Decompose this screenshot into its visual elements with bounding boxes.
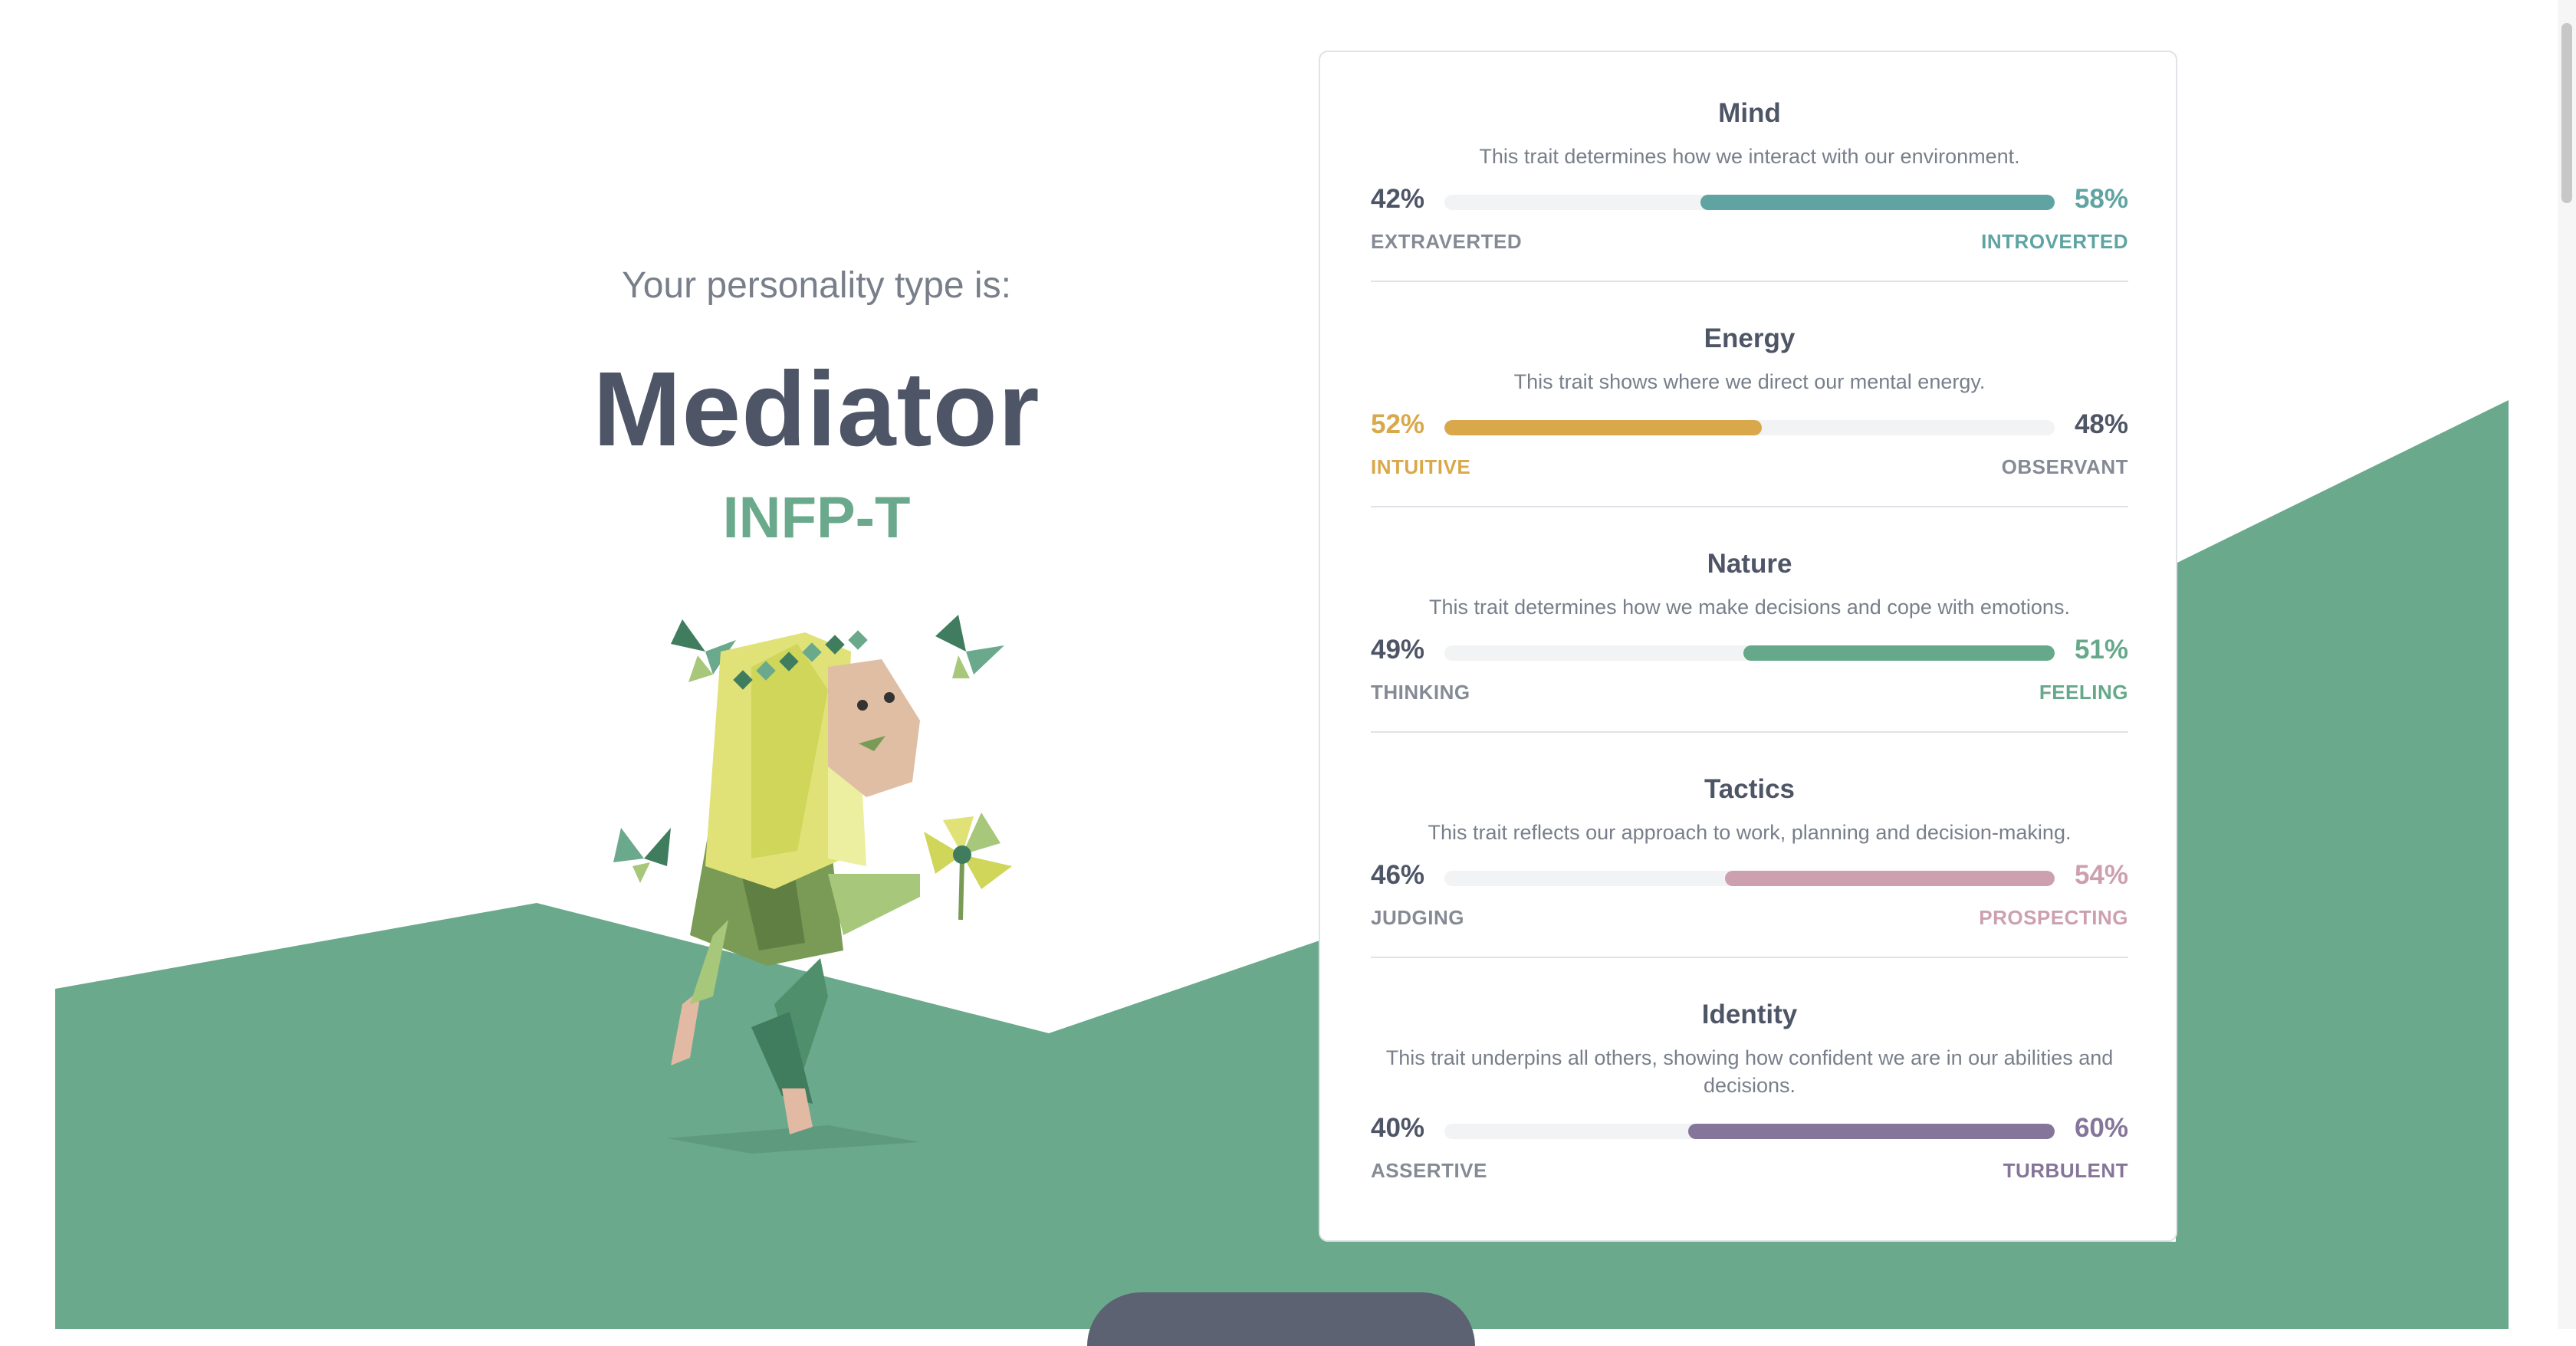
trait-description: This trait determines how we interact wi… [1479, 145, 2020, 168]
trait-right-percent: 60% [2074, 1113, 2128, 1143]
trait-energy: Energy This trait shows where we direct … [1371, 323, 2128, 530]
trait-divider [1371, 281, 2128, 282]
butterfly-icon [613, 828, 671, 883]
trait-left-label: THINKING [1371, 681, 1470, 704]
trait-left-label: JUDGING [1371, 906, 1464, 929]
trait-right-percent: 54% [2074, 860, 2128, 890]
trait-divider [1371, 506, 2128, 507]
trait-bar-fill [1743, 645, 2055, 661]
trait-divider [1371, 957, 2128, 958]
trait-left-percent: 52% [1371, 409, 1425, 439]
trait-bar-fill [1444, 420, 1762, 435]
trait-nature: Nature This trait determines how we make… [1371, 549, 2128, 756]
background-landscape [55, 400, 2509, 1329]
trait-description: This trait determines how we make decisi… [1429, 596, 2070, 619]
trait-right-percent: 51% [2074, 635, 2128, 665]
traits-card: Mind This trait determines how we intera… [1319, 51, 2177, 1242]
trait-tactics: Tactics This trait reflects our approach… [1371, 774, 2128, 981]
trait-title: Nature [1707, 549, 1792, 579]
trait-description: This trait shows where we direct our men… [1513, 370, 1986, 393]
scrollbar-thumb[interactable] [2561, 23, 2572, 203]
trait-mind: Mind This trait determines how we intera… [1371, 98, 2128, 305]
trait-left-label: ASSERTIVE [1371, 1159, 1487, 1182]
page-scrollbar[interactable] [2558, 0, 2576, 1329]
trait-title: Mind [1718, 98, 1781, 128]
next-section-button[interactable] [1087, 1292, 1475, 1346]
trait-left-label: INTUITIVE [1371, 455, 1471, 478]
trait-identity: Identity This trait underpins all others… [1371, 1000, 2128, 1206]
trait-bar-fill [1725, 871, 2055, 886]
trait-left-percent: 40% [1371, 1113, 1425, 1143]
butterfly-icon [935, 615, 1004, 678]
trait-bar [1444, 1124, 2055, 1139]
trait-left-label: EXTRAVERTED [1371, 230, 1523, 253]
trait-description: This trait reflects our approach to work… [1428, 821, 2072, 844]
trait-bar-fill [1688, 1124, 2055, 1139]
trait-right-label: TURBULENT [2003, 1159, 2128, 1182]
trait-left-percent: 49% [1371, 635, 1425, 665]
trait-right-percent: 58% [2074, 184, 2128, 214]
trait-right-label: FEELING [2039, 681, 2128, 704]
personality-type-subtitle: Your personality type is: [622, 265, 1011, 306]
trait-title: Tactics [1704, 774, 1796, 804]
trait-bar [1444, 420, 2055, 435]
trait-left-percent: 42% [1371, 184, 1425, 214]
mediator-character-illustration [613, 615, 1012, 1154]
trait-right-label: INTROVERTED [1981, 230, 2128, 253]
personality-type-code: INFP-T [722, 485, 911, 550]
trait-divider [1371, 731, 2128, 733]
trait-bar [1444, 195, 2055, 210]
personality-type-name: Mediator [593, 350, 1040, 468]
trait-bar [1444, 871, 2055, 886]
trait-left-percent: 46% [1371, 860, 1425, 890]
trait-title: Identity [1701, 1000, 1798, 1029]
trait-bar-fill [1700, 195, 2055, 210]
trait-title: Energy [1704, 323, 1796, 353]
trait-right-label: PROSPECTING [1979, 906, 2128, 929]
trait-description: This trait underpins all others, showing… [1385, 1046, 2114, 1097]
trait-right-percent: 48% [2074, 409, 2128, 439]
flower-icon [924, 813, 1012, 921]
trait-bar [1444, 645, 2055, 661]
trait-right-label: OBSERVANT [2001, 455, 2128, 478]
